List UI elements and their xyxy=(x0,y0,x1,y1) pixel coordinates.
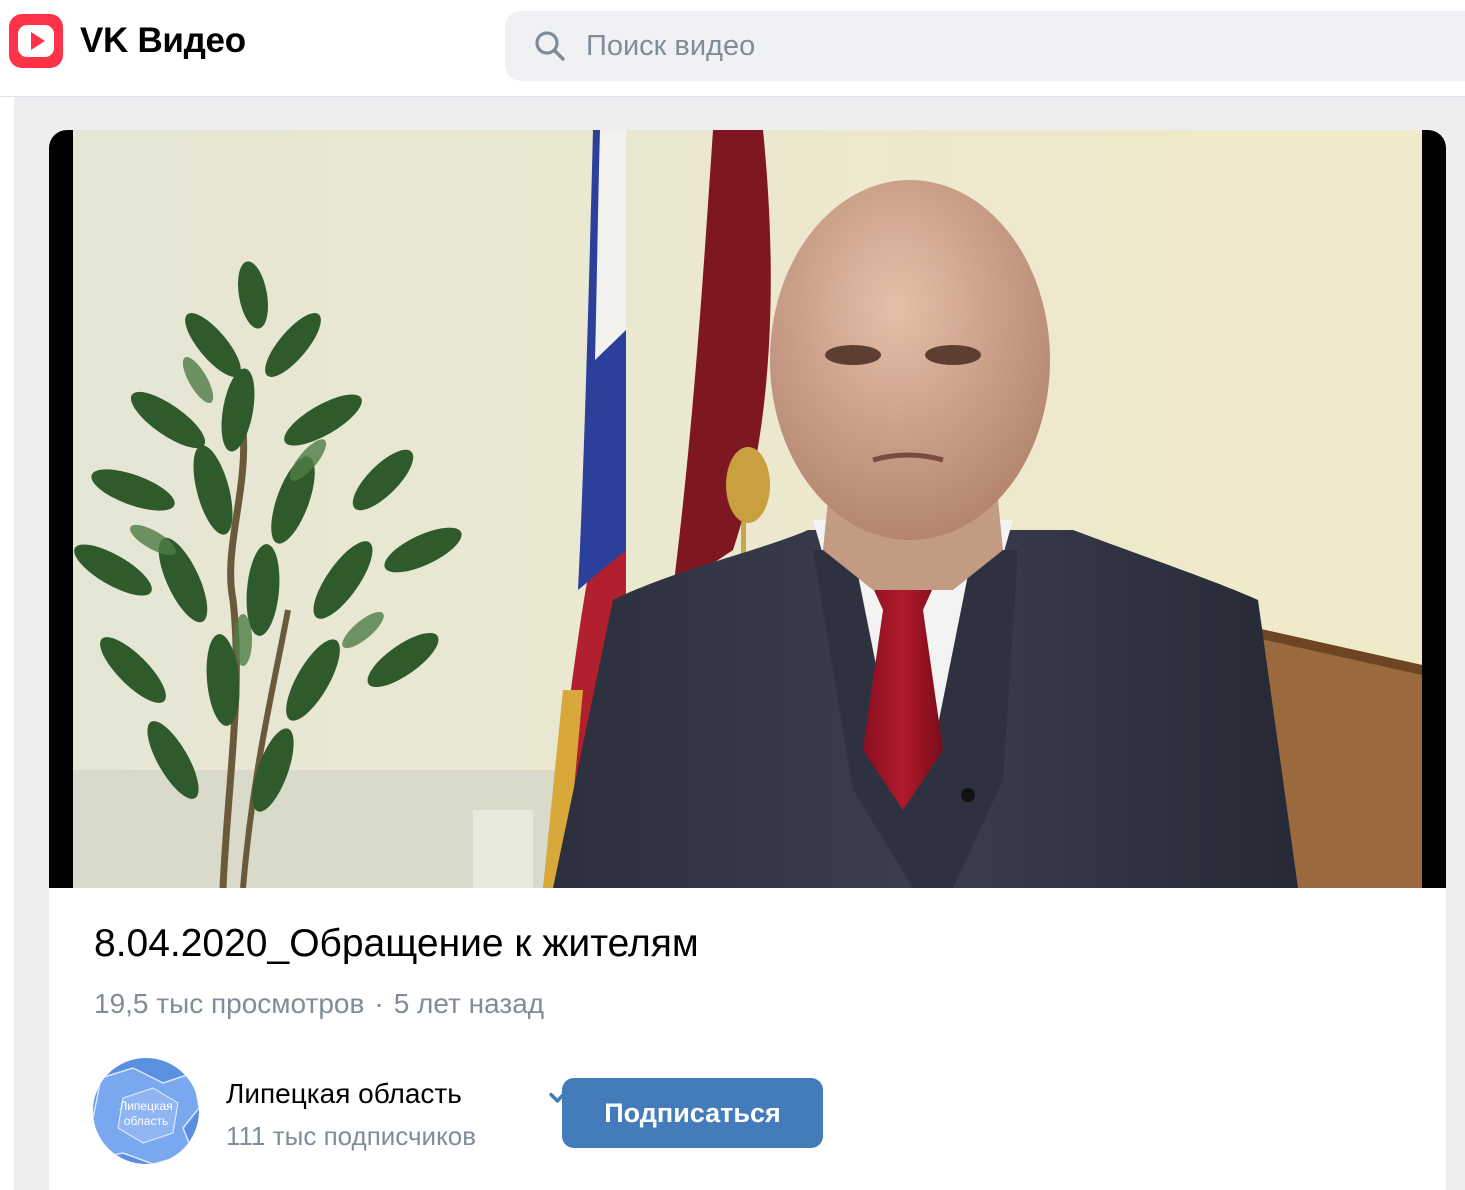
app-title: VK Видео xyxy=(80,21,246,60)
top-bar: VK Видео xyxy=(0,0,1465,97)
avatar-line-2: область xyxy=(124,1114,168,1128)
upload-age: 5 лет назад xyxy=(393,988,545,1019)
play-logo-icon xyxy=(9,14,63,68)
search-bar[interactable] xyxy=(505,11,1465,81)
vk-video-logo[interactable]: VK Видео xyxy=(9,14,246,68)
video-card: 8.04.2020_Обращение к жителям 19,5 тыс п… xyxy=(49,130,1446,1190)
video-frame[interactable] xyxy=(73,130,1422,888)
video-player[interactable] xyxy=(49,130,1446,888)
subscribe-button[interactable]: Подписаться xyxy=(562,1078,823,1148)
video-title: 8.04.2020_Обращение к жителям xyxy=(94,922,699,965)
video-meta: 19,5 тыс просмотров · 5 лет назад xyxy=(94,988,544,1020)
subscriber-count: 111 тыс подписчиков xyxy=(226,1121,477,1151)
channel-name[interactable]: Липецкая область xyxy=(226,1078,462,1110)
search-icon xyxy=(535,31,565,61)
view-count: 19,5 тыс просмотров xyxy=(94,988,365,1019)
search-input[interactable] xyxy=(584,28,1288,64)
channel-avatar[interactable]: Липецкая область xyxy=(93,1058,199,1164)
avatar-line-1: Липецкая xyxy=(119,1099,172,1113)
meta-separator: · xyxy=(374,988,384,1019)
